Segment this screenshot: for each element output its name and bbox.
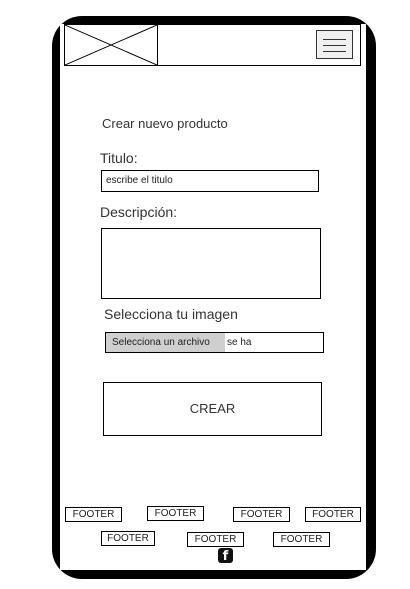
- menu-line: [323, 45, 346, 46]
- footer-link[interactable]: FOOTER: [305, 507, 361, 522]
- file-status-text: se ha: [227, 337, 252, 348]
- hamburger-menu-icon[interactable]: [316, 30, 353, 59]
- menu-line: [323, 51, 346, 52]
- footer-link[interactable]: FOOTER: [187, 532, 244, 547]
- file-input[interactable]: Selecciona un archivo se ha: [105, 332, 324, 353]
- description-label: Descripción:: [100, 204, 178, 220]
- footer-link[interactable]: FOOTER: [65, 507, 122, 522]
- footer-link[interactable]: FOOTER: [273, 532, 330, 547]
- description-textarea[interactable]: [101, 228, 321, 299]
- image-label: Selecciona tu imagen: [104, 306, 238, 322]
- choose-file-button[interactable]: Selecciona un archivo: [106, 333, 225, 352]
- title-input[interactable]: escribe el titulo: [101, 170, 319, 192]
- footer-link[interactable]: FOOTER: [101, 531, 155, 546]
- menu-line: [323, 39, 346, 40]
- facebook-icon[interactable]: f: [218, 548, 233, 564]
- footer-link[interactable]: FOOTER: [233, 507, 290, 522]
- page-title: Crear nuevo producto: [102, 116, 228, 131]
- footer-link[interactable]: FOOTER: [147, 506, 204, 521]
- create-button[interactable]: CREAR: [103, 382, 322, 436]
- title-label: Titulo:: [100, 150, 138, 166]
- logo-placeholder-icon[interactable]: [64, 24, 158, 66]
